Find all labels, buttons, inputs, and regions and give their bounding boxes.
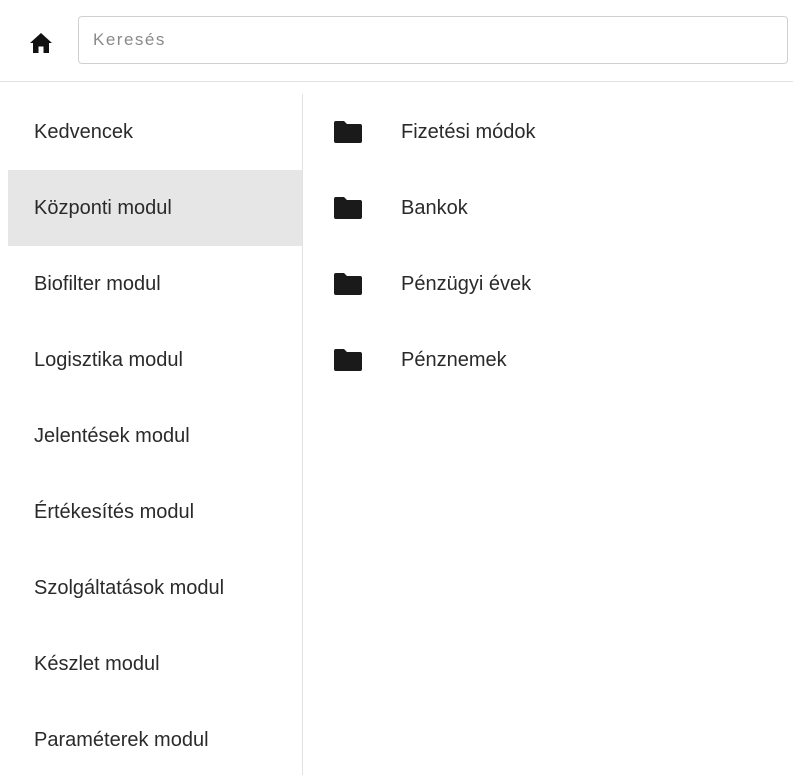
folder-label: Bankok bbox=[401, 196, 468, 219]
sidebar-item-kedvencek[interactable]: Kedvencek bbox=[8, 94, 302, 170]
sidebar-item-label: Központi modul bbox=[34, 196, 172, 219]
top-bar bbox=[0, 0, 793, 82]
folder-label: Fizetési módok bbox=[401, 120, 536, 143]
folder-item-fizetesi-modok[interactable]: Fizetési módok bbox=[303, 94, 793, 170]
sidebar-item-logisztika-modul[interactable]: Logisztika modul bbox=[8, 322, 302, 398]
sidebar-item-label: Jelentések modul bbox=[34, 424, 190, 447]
sidebar-item-szolgaltatasok-modul[interactable]: Szolgáltatások modul bbox=[8, 550, 302, 626]
sidebar-item-label: Paraméterek modul bbox=[34, 728, 209, 751]
folder-icon bbox=[333, 120, 363, 144]
sidebar-item-ertekesites-modul[interactable]: Értékesítés modul bbox=[8, 474, 302, 550]
home-icon bbox=[30, 33, 52, 53]
sidebar-item-kozponti-modul[interactable]: Központi modul bbox=[8, 170, 302, 246]
sidebar-item-label: Készlet modul bbox=[34, 652, 160, 675]
sidebar-item-label: Értékesítés modul bbox=[34, 500, 195, 523]
folder-item-bankok[interactable]: Bankok bbox=[303, 170, 793, 246]
folder-item-penznemek[interactable]: Pénznemek bbox=[303, 322, 793, 398]
sidebar-item-label: Szolgáltatások modul bbox=[34, 576, 225, 599]
sidebar-item-jelentesek-modul[interactable]: Jelentések modul bbox=[8, 398, 302, 474]
folder-list: Fizetési módok Bankok Pénzügyi évek Pénz… bbox=[303, 94, 793, 398]
sidebar-item-label: Biofilter modul bbox=[34, 272, 161, 295]
folder-icon bbox=[333, 348, 363, 372]
sidebar-item-label: Logisztika modul bbox=[34, 348, 183, 371]
folder-label: Pénzügyi évek bbox=[401, 272, 532, 295]
sidebar-item-keszlet-modul[interactable]: Készlet modul bbox=[8, 626, 302, 702]
sidebar-item-biofilter-modul[interactable]: Biofilter modul bbox=[8, 246, 302, 322]
module-sidebar: Kedvencek Központi modul Biofilter modul… bbox=[8, 94, 303, 775]
home-button[interactable] bbox=[26, 28, 56, 58]
sidebar-item-label: Kedvencek bbox=[34, 120, 133, 143]
folder-icon bbox=[333, 196, 363, 220]
folder-icon bbox=[333, 272, 363, 296]
sidebar-item-parameterek-modul[interactable]: Paraméterek modul bbox=[8, 702, 302, 778]
search-input[interactable] bbox=[78, 16, 788, 64]
folder-label: Pénznemek bbox=[401, 348, 507, 371]
folder-item-penzugyi-evek[interactable]: Pénzügyi évek bbox=[303, 246, 793, 322]
